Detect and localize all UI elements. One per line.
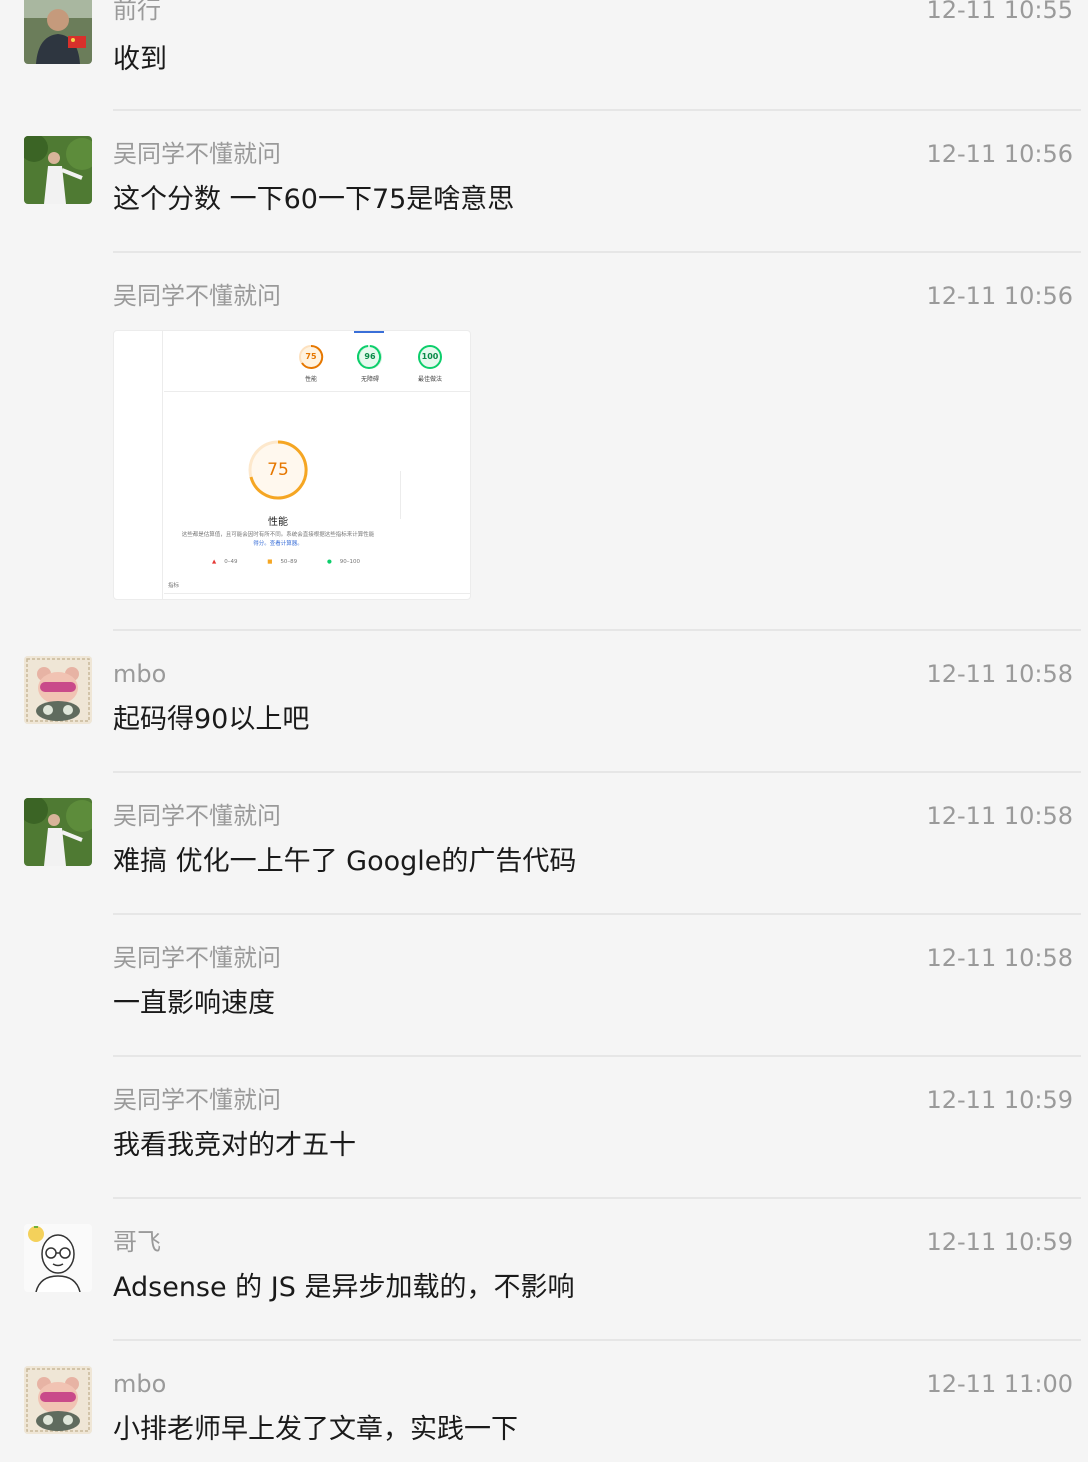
sender-name: mbo bbox=[113, 660, 167, 688]
message-divider bbox=[113, 1197, 1081, 1199]
message-text[interactable]: 这个分数 一下60一下75是啥意思 bbox=[113, 182, 514, 218]
message-time: 12-11 10:59 bbox=[926, 1086, 1073, 1114]
message-time: 12-11 10:55 bbox=[926, 0, 1073, 24]
message-text[interactable]: 起码得90以上吧 bbox=[113, 702, 309, 738]
legend-item-fail: ▲ 0–49 bbox=[212, 559, 238, 565]
message-divider bbox=[113, 913, 1081, 915]
message-image[interactable]: 75 性能 96 无障碍 100 最佳做法 75 性能 这些都是估算值，且可能会… bbox=[113, 330, 471, 600]
legend-item-average: ■ 50–89 bbox=[267, 559, 298, 565]
message-text[interactable]: 小排老师早上发了文章，实践一下 bbox=[113, 1412, 518, 1448]
thumb-footer-label: 指标 bbox=[168, 583, 180, 589]
score-label: 最佳做法 bbox=[417, 376, 442, 383]
score-gauge-performance: 75 性能 bbox=[298, 344, 324, 384]
bear-avatar-icon bbox=[24, 656, 92, 724]
score-legend: ▲ 0–49 ■ 50–89 ● 90–100 bbox=[212, 559, 388, 565]
thumb-sidebar bbox=[114, 331, 163, 599]
user-avatar-photo bbox=[24, 0, 92, 64]
message-text[interactable]: Adsense 的 JS 是异步加载的，不影响 bbox=[113, 1270, 574, 1306]
thumb-divider bbox=[164, 593, 470, 594]
score-value: 75 bbox=[305, 352, 317, 361]
score-gauge-accessibility: 96 无障碍 bbox=[357, 344, 383, 384]
message-divider bbox=[113, 109, 1081, 111]
message-text[interactable]: 一直影响速度 bbox=[113, 986, 275, 1022]
score-gauge-best-practices: 100 最佳做法 bbox=[417, 344, 443, 384]
main-score-label: 性能 bbox=[268, 517, 288, 528]
message-divider bbox=[113, 629, 1081, 631]
user-avatar-photo bbox=[24, 136, 92, 204]
message-time: 12-11 11:00 bbox=[926, 1370, 1073, 1398]
bear-avatar-icon bbox=[24, 1366, 92, 1434]
user-avatar-photo bbox=[24, 798, 92, 866]
chat-message-list[interactable]: 前行 12-11 10:55 收到 吴同学不懂就问 12-11 10:56 这个… bbox=[0, 0, 1088, 1462]
score-label: 无障碍 bbox=[360, 376, 379, 383]
message-text[interactable]: 我看我竞对的才五十 bbox=[113, 1128, 356, 1164]
thumb-divider bbox=[164, 391, 470, 392]
thumb-active-tab bbox=[354, 331, 384, 333]
score-label: 性能 bbox=[304, 376, 317, 383]
message-time: 12-11 10:58 bbox=[926, 802, 1073, 830]
score-value: 100 bbox=[421, 352, 439, 361]
message-divider bbox=[113, 1055, 1081, 1057]
main-score-value: 75 bbox=[267, 460, 289, 480]
legend-label: 0–49 bbox=[224, 559, 238, 565]
avatar[interactable] bbox=[24, 0, 92, 64]
message-time: 12-11 10:58 bbox=[926, 660, 1073, 688]
sender-name: 哥飞 bbox=[113, 1228, 161, 1256]
message-time: 12-11 10:58 bbox=[926, 944, 1073, 972]
message-divider bbox=[113, 771, 1081, 773]
avatar[interactable] bbox=[24, 1224, 92, 1292]
sender-name: 吴同学不懂就问 bbox=[113, 944, 281, 972]
avatar[interactable] bbox=[24, 1366, 92, 1434]
sender-name: 吴同学不懂就问 bbox=[113, 140, 281, 168]
legend-label: 50–89 bbox=[280, 559, 298, 565]
avatar[interactable] bbox=[24, 136, 92, 204]
main-score-gauge: 75 bbox=[247, 439, 309, 501]
message-text[interactable]: 难搞 优化一上午了 Google的广告代码 bbox=[113, 844, 576, 880]
message-time: 12-11 10:59 bbox=[926, 1228, 1073, 1256]
sender-name: 吴同学不懂就问 bbox=[113, 802, 281, 830]
message-divider bbox=[113, 1339, 1081, 1341]
avatar[interactable] bbox=[24, 656, 92, 724]
sender-name: 前行 bbox=[113, 0, 161, 24]
bald-glasses-avatar-icon bbox=[24, 1224, 92, 1292]
sender-name: 吴同学不懂就问 bbox=[113, 282, 281, 310]
legend-label: 90–100 bbox=[339, 559, 360, 565]
legend-item-pass: ● 90–100 bbox=[326, 559, 360, 565]
score-value: 96 bbox=[364, 352, 376, 361]
message-text[interactable]: 收到 bbox=[113, 42, 167, 78]
description-line: 得分。查看计算器。 bbox=[253, 541, 303, 547]
avatar[interactable] bbox=[24, 798, 92, 866]
message-time: 12-11 10:56 bbox=[926, 140, 1073, 168]
description-line: 这些都是估算值，且可能会因时有所不同。系统会直接根据这些指标来计算性能 bbox=[181, 532, 375, 538]
score-description: 这些都是估算值，且可能会因时有所不同。系统会直接根据这些指标来计算性能 得分。查… bbox=[178, 531, 378, 549]
thumb-divider bbox=[400, 471, 401, 519]
sender-name: 吴同学不懂就问 bbox=[113, 1086, 281, 1114]
message-divider bbox=[113, 251, 1081, 253]
sender-name: mbo bbox=[113, 1370, 167, 1398]
message-time: 12-11 10:56 bbox=[926, 282, 1073, 310]
